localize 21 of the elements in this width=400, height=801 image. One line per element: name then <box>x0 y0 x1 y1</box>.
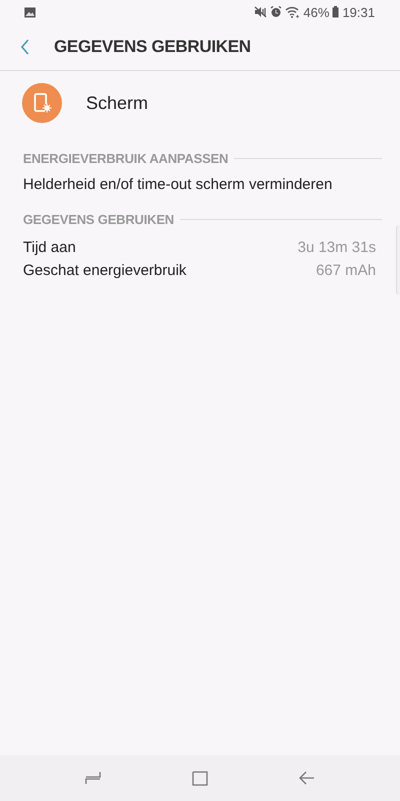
mute-icon <box>254 6 268 18</box>
back-arrow-icon <box>298 771 315 785</box>
setting-link[interactable]: Helderheid en/of time-out scherm verminderen <box>23 176 332 192</box>
app-name: Scherm <box>86 92 148 114</box>
battery-percent: 46% <box>303 4 330 20</box>
stat-label: Tijd aan <box>23 239 76 256</box>
battery-icon <box>332 6 340 18</box>
section-header: ENERGIEVERBRUIK AANPASSEN <box>23 150 228 166</box>
stat-value: 667 mAh <box>316 262 376 279</box>
page-title: GEGEVENS GEBRUIKEN <box>54 37 251 57</box>
stat-value: 3u 13m 31s <box>298 239 376 256</box>
alarm-icon <box>270 6 282 18</box>
wifi-icon <box>285 6 300 18</box>
screen-settings-icon <box>22 83 62 123</box>
gallery-icon <box>24 6 36 18</box>
clock-time: 19:31 <box>342 4 375 20</box>
recent-apps-icon <box>85 771 102 785</box>
back-chevron-icon <box>20 39 30 55</box>
stat-label: Geschat energieverbruik <box>23 262 186 279</box>
home-icon <box>192 770 208 786</box>
section-header: GEGEVENS GEBRUIKEN <box>23 212 174 226</box>
